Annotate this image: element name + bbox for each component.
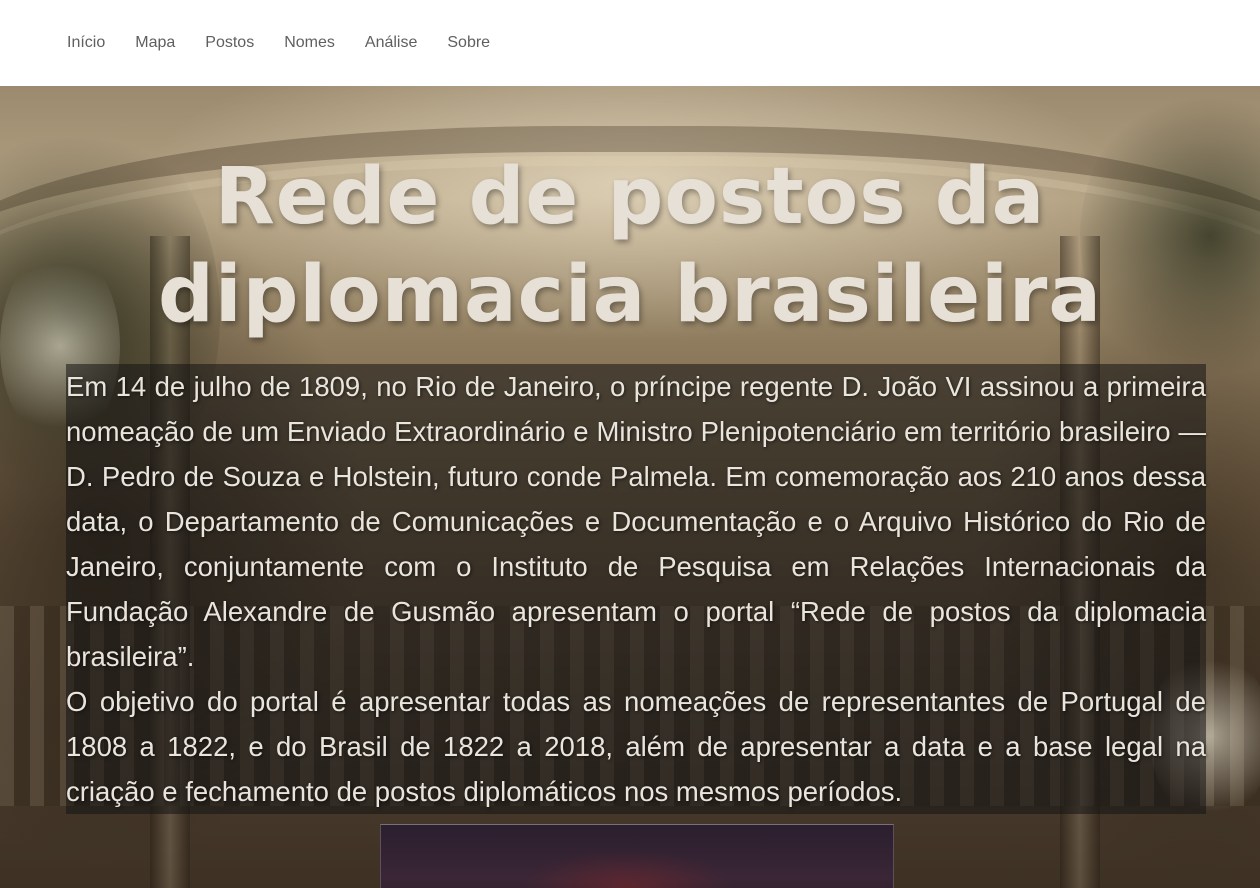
objective-paragraph: O objetivo do portal é apresentar todas … — [66, 686, 1206, 807]
top-navbar: Início Mapa Postos Nomes Análise Sobre — [0, 0, 1260, 86]
nav-link-sobre[interactable]: Sobre — [447, 35, 490, 51]
nav-link-analise[interactable]: Análise — [365, 35, 417, 51]
hero-title: Rede de postos da diplomacia brasileira — [0, 148, 1260, 344]
intro-paragraph: Em 14 de julho de 1809, no Rio de Janeir… — [66, 371, 1206, 672]
nav-link-inicio[interactable]: Início — [67, 35, 105, 51]
nav-link-nomes[interactable]: Nomes — [284, 35, 335, 51]
intro-text-box: Em 14 de julho de 1809, no Rio de Janeir… — [66, 364, 1206, 814]
hero-title-line-1: Rede de postos da — [214, 152, 1046, 242]
nav-link-mapa[interactable]: Mapa — [135, 35, 175, 51]
hero-title-line-2: diplomacia brasileira — [158, 250, 1102, 340]
hero-section: Rede de postos da diplomacia brasileira … — [0, 86, 1260, 888]
portrait-painting-image — [380, 824, 894, 888]
nav-link-postos[interactable]: Postos — [205, 35, 254, 51]
